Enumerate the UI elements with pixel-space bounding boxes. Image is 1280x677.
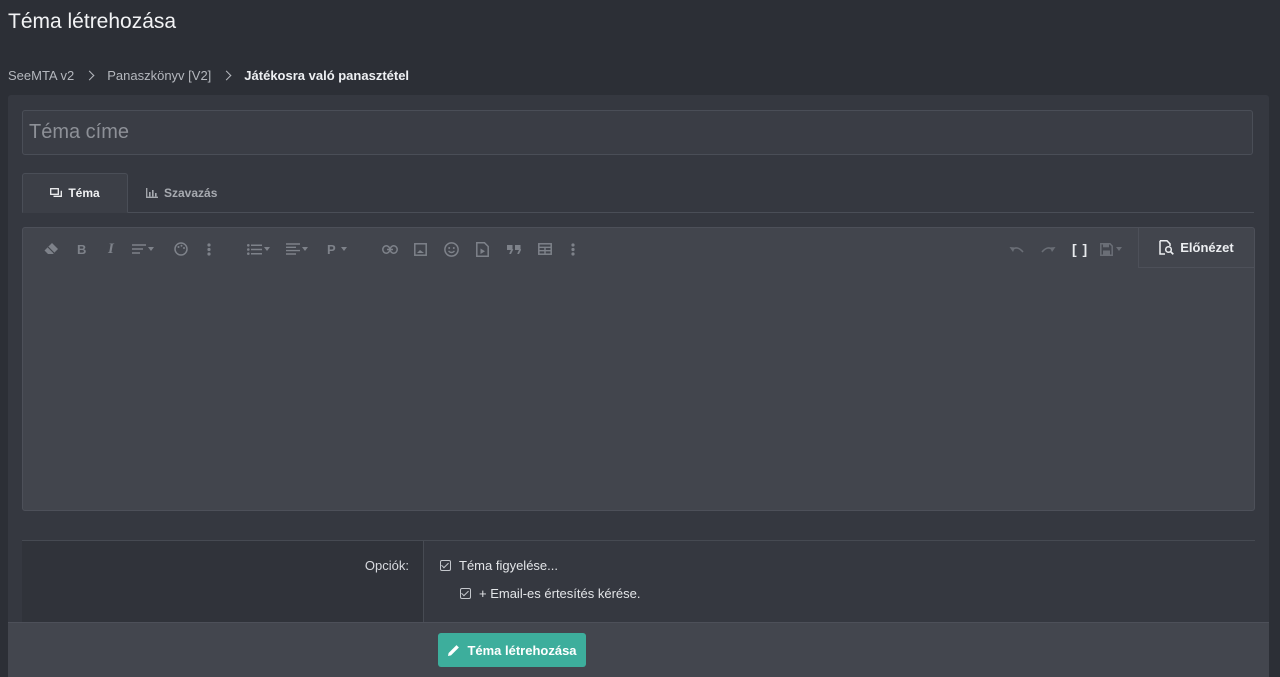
email-notify-label: + Email-es értesítés kérése. (479, 586, 641, 601)
breadcrumb-item-panaszkonyv[interactable]: Panaszkönyv [V2] (107, 68, 211, 83)
options-label-column: Opciók: (22, 541, 423, 623)
breadcrumb-item-current[interactable]: Játékosra való panasztétel (244, 68, 409, 83)
chevron-right-icon (84, 70, 95, 81)
more-vertical-icon[interactable] (571, 240, 575, 258)
preview-label: Előnézet (1180, 240, 1234, 255)
list-icon[interactable] (247, 240, 270, 258)
create-thread-label: Téma létrehozása (467, 642, 577, 658)
watch-thread-checkbox[interactable]: Téma figyelése... (440, 558, 558, 573)
palette-icon[interactable] (174, 240, 188, 258)
quote-icon[interactable] (507, 240, 521, 258)
checkbox-checked-icon (460, 588, 471, 599)
redo-icon[interactable] (1040, 240, 1056, 258)
tab-poll[interactable]: Szavazás (146, 173, 217, 212)
table-icon[interactable] (538, 240, 552, 258)
preview-button[interactable]: Előnézet (1138, 228, 1254, 268)
options-divider (423, 541, 424, 623)
chevron-right-icon (221, 70, 232, 81)
paragraph-label: P (327, 241, 336, 257)
smiley-icon[interactable] (444, 240, 459, 258)
create-thread-form: Téma Szavazás B I (8, 95, 1269, 677)
tab-poll-label: Szavazás (164, 185, 218, 200)
editor-content-area[interactable] (23, 270, 1254, 510)
link-icon[interactable] (382, 240, 398, 258)
preview-icon (1159, 240, 1175, 255)
form-submit-row: Téma létrehozása (8, 622, 1269, 677)
eraser-icon[interactable] (43, 240, 59, 258)
thread-title-input[interactable] (22, 110, 1253, 155)
email-notify-checkbox[interactable]: + Email-es értesítés kérése. (460, 586, 640, 601)
editor-toolbar: B I P [] Előnézet (23, 228, 1254, 270)
create-thread-button[interactable]: Téma létrehozása (438, 633, 586, 667)
comments-icon (50, 187, 63, 199)
bar-chart-icon (146, 187, 158, 198)
bbcode-toggle-icon[interactable]: [ ] (1072, 240, 1088, 258)
media-icon[interactable] (476, 240, 489, 258)
page-title: Téma létrehozása (8, 10, 177, 33)
undo-icon[interactable] (1009, 240, 1025, 258)
editor-tabs: Téma Szavazás (22, 173, 1254, 213)
drafts-icon[interactable] (1100, 240, 1122, 258)
options-label: Opciók: (364, 558, 409, 573)
bold-icon[interactable]: B (77, 240, 86, 258)
italic-icon[interactable]: I (108, 240, 114, 258)
more-vertical-icon[interactable] (207, 240, 211, 258)
watch-thread-label: Téma figyelése... (459, 558, 558, 573)
image-icon[interactable] (414, 240, 427, 258)
text-style-icon[interactable] (132, 240, 154, 258)
pencil-icon (447, 644, 460, 657)
breadcrumb-item-seemta[interactable]: SeeMTA v2 (8, 68, 74, 83)
tab-thread-label: Téma (68, 186, 100, 200)
rich-text-editor: B I P [] Előnézet (22, 227, 1255, 511)
tab-thread[interactable]: Téma (22, 173, 128, 213)
breadcrumb: SeeMTA v2 Panaszkönyv [V2] Játékosra val… (8, 68, 409, 83)
checkbox-checked-icon (440, 560, 451, 571)
paragraph-icon[interactable]: P (327, 240, 347, 258)
align-icon[interactable] (286, 240, 308, 258)
options-row: Opciók: Téma figyelése... + Email-es ért… (22, 540, 1255, 623)
